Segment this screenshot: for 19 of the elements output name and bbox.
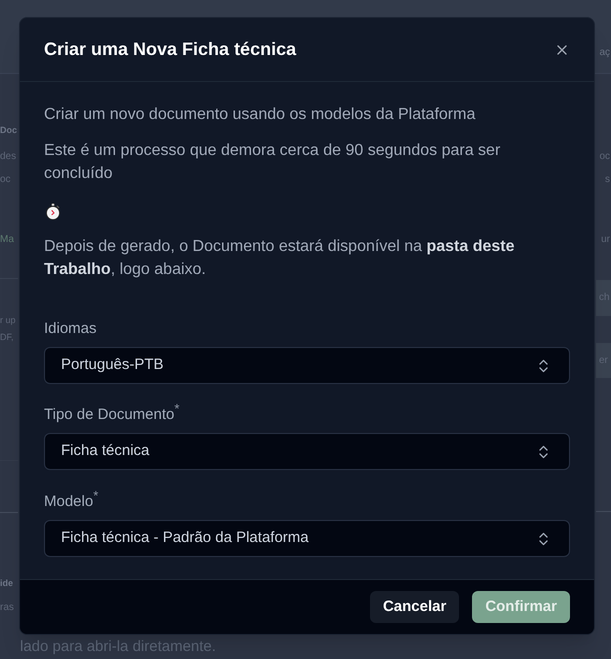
select-field[interactable]: Ficha técnica - Padrão da Plataforma — [44, 520, 570, 557]
field-label: Modelo$^{*}$ — [44, 492, 98, 512]
paragraph: Depois de gerado, o Documento estará disponível na pasta deste Trabalho, logo abaixo. — [44, 237, 516, 280]
paragraph: Criar um novo documento usando os modelos da Plataforma — [44, 105, 476, 125]
paragraph: Este é um processo que demora cerca de 90 segundos para ser concluído — [44, 141, 502, 184]
field-label: Tipo de Documento$^{*}$ — [44, 405, 180, 425]
dialog-title: Criar uma Nova Ficha técnica — [44, 38, 296, 61]
close-icon — [557, 44, 567, 54]
select-field[interactable]: Português-PTB — [44, 347, 570, 384]
stopwatch-icon — [45, 203, 61, 220]
cancel-button[interactable]: Cancelar — [370, 591, 460, 623]
heading-text: Doc — [0, 124, 18, 137]
select-field[interactable]: Ficha técnica — [44, 433, 570, 470]
heading-text: ide — [0, 577, 14, 590]
body-text: aç — [599, 46, 611, 60]
chevron-up-down-icon — [539, 444, 548, 458]
field-label: Idiomas — [44, 319, 97, 339]
chevron-up-down-icon — [539, 358, 548, 372]
chevron-up-down-icon — [539, 532, 548, 546]
